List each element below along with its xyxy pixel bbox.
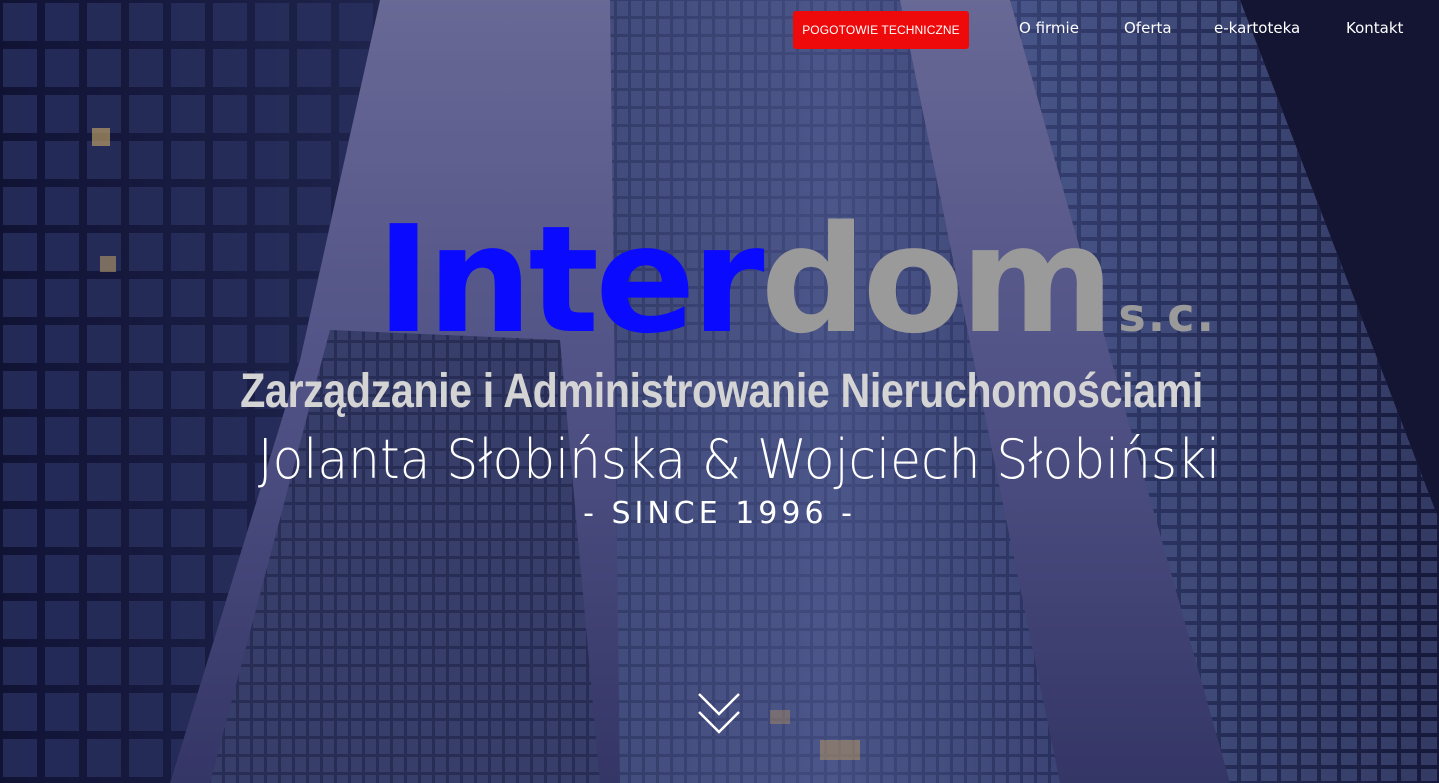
logo-part-dom: dom	[760, 194, 1115, 366]
nav-link-about[interactable]: O firmie	[1019, 19, 1079, 37]
emergency-button[interactable]: POGOTOWIE TECHNICZNE	[793, 11, 969, 49]
logo-suffix: s.c.	[1118, 288, 1216, 342]
nav-link-e-kartoteka[interactable]: e-kartoteka	[1214, 19, 1300, 37]
company-tagline: Zarządzanie i Administrowanie Nieruchomo…	[240, 365, 1203, 418]
hero-section: POGOTOWIE TECHNICZNE O firmie Oferta e-k…	[0, 0, 1439, 783]
chevron-down-icon[interactable]	[697, 690, 741, 736]
company-logo: Interdom s.c.	[376, 205, 1216, 355]
since-year: - SINCE 1996 -	[583, 496, 856, 531]
owners-names: Jolanta Słobińska & Wojciech Słobiński	[257, 428, 1221, 491]
nav-link-offer[interactable]: Oferta	[1124, 19, 1172, 37]
nav-link-contact[interactable]: Kontakt	[1346, 19, 1403, 37]
logo-part-inter: Inter	[376, 194, 765, 366]
